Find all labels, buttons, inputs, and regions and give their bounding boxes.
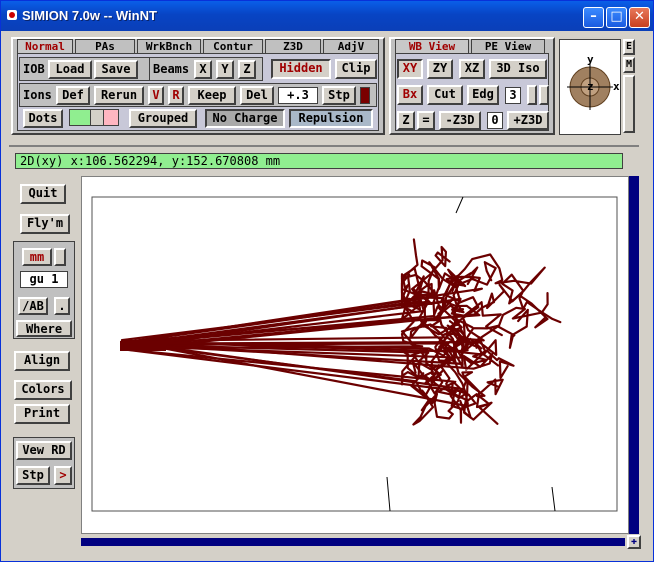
- gu-field[interactable]: gu 1: [20, 271, 68, 288]
- tab-adjv[interactable]: AdjV: [323, 39, 379, 53]
- workbench-canvas[interactable]: [81, 176, 629, 534]
- horizontal-scrollbar[interactable]: [81, 538, 625, 546]
- equals-button[interactable]: =: [417, 111, 435, 130]
- ion-source-bundle: [120, 341, 166, 351]
- beam-z-button[interactable]: Z: [238, 60, 256, 79]
- print-button[interactable]: Print: [14, 404, 70, 424]
- close-icon: ✕: [634, 9, 645, 24]
- edg-value-field[interactable]: 3: [505, 87, 521, 104]
- beam-y-button[interactable]: Y: [216, 60, 234, 79]
- vertical-scrollbar[interactable]: [629, 176, 639, 534]
- view-zy-button[interactable]: ZY: [427, 59, 453, 79]
- view-xz-button[interactable]: XZ: [459, 59, 485, 79]
- m-button[interactable]: M: [623, 57, 635, 73]
- del-button[interactable]: Del: [240, 86, 274, 105]
- trajectory-plot: [91, 196, 618, 512]
- control-panel: Normal PAs WrkBnch Contur Z3D AdjV IOB L…: [11, 37, 385, 135]
- beams-group: Beams X Y Z: [149, 57, 263, 81]
- simion-window: SIMION 7.0w -- WinNT – □ ✕ Normal PAs Wr…: [0, 0, 654, 562]
- hidden-button[interactable]: Hidden: [271, 59, 331, 79]
- where-button[interactable]: Where: [16, 320, 72, 337]
- dot-button[interactable]: .: [54, 297, 70, 315]
- cut-button[interactable]: Cut: [427, 85, 463, 105]
- keep-button[interactable]: Keep: [188, 86, 236, 105]
- dots-slider-thumb[interactable]: [90, 110, 104, 125]
- bx-button[interactable]: Bx: [397, 85, 423, 105]
- dots-slider-fill: [70, 110, 90, 125]
- close-button[interactable]: ✕: [629, 7, 650, 28]
- dots-slider[interactable]: [69, 109, 119, 126]
- beams-label: Beams: [153, 62, 190, 76]
- e-button[interactable]: E: [623, 39, 635, 55]
- step-value-field[interactable]: +.3: [278, 87, 318, 104]
- orientation-widget[interactable]: y z x: [559, 39, 621, 135]
- flym-button[interactable]: Fly'm: [20, 214, 70, 234]
- arrow-button[interactable]: >: [54, 466, 72, 485]
- repulsion-button[interactable]: Repulsion: [289, 109, 373, 128]
- dots-button[interactable]: Dots: [23, 109, 63, 128]
- move-icon: ✚: [630, 536, 638, 547]
- align-button[interactable]: Align: [14, 351, 70, 371]
- edg-spinner[interactable]: [527, 85, 537, 105]
- tab-wb-view[interactable]: WB View: [395, 39, 469, 53]
- z-button[interactable]: Z: [397, 111, 415, 130]
- title-bar[interactable]: SIMION 7.0w -- WinNT – □ ✕: [1, 1, 653, 31]
- iob-group: IOB Load Save: [19, 57, 151, 81]
- ab-button[interactable]: /AB: [18, 297, 48, 315]
- load-button[interactable]: Load: [48, 60, 92, 79]
- iob-label: IOB: [23, 62, 45, 76]
- save-button[interactable]: Save: [94, 60, 138, 79]
- tab-pas[interactable]: PAs: [75, 39, 135, 53]
- view-3d-iso-button[interactable]: 3D Iso: [489, 59, 547, 79]
- rerun-button[interactable]: Rerun: [94, 86, 144, 105]
- pan-button[interactable]: ✚: [627, 535, 641, 549]
- beam-x-button[interactable]: X: [194, 60, 212, 79]
- units-group: mm gu 1 /AB . Where: [13, 241, 75, 339]
- app-icon[interactable]: [7, 10, 17, 20]
- status-bar: 2D(xy) x:106.562294, y:152.670808 mm: [15, 153, 623, 169]
- plus-z3d-button[interactable]: +Z3D: [507, 111, 549, 130]
- view-rd-button[interactable]: Vew RD: [16, 441, 72, 460]
- record-stp-button[interactable]: Stp: [16, 466, 50, 485]
- compass-x-label: x: [613, 80, 620, 93]
- v-toggle[interactable]: V: [148, 86, 164, 105]
- tab-contur[interactable]: Contur: [203, 39, 263, 53]
- tab-normal[interactable]: Normal: [17, 39, 73, 53]
- divider: [9, 145, 639, 147]
- no-charge-button[interactable]: No Charge: [205, 109, 285, 128]
- colors-button[interactable]: Colors: [14, 380, 72, 400]
- mm-button[interactable]: mm: [22, 248, 52, 266]
- compass-y-label: y: [587, 53, 594, 66]
- stp-button[interactable]: Stp: [322, 86, 356, 105]
- minimize-button[interactable]: –: [583, 7, 604, 28]
- units-toggle[interactable]: [54, 248, 66, 266]
- record-group: Vew RD Stp >: [13, 437, 75, 489]
- compass-z-label: z: [587, 80, 594, 93]
- grouped-button[interactable]: Grouped: [129, 109, 197, 128]
- z3d-value-field[interactable]: 0: [487, 112, 503, 129]
- clip-button[interactable]: Clip: [335, 59, 377, 79]
- tab-pe-view[interactable]: PE View: [471, 39, 545, 53]
- minus-z3d-button[interactable]: -Z3D: [439, 111, 481, 130]
- edg-button[interactable]: Edg: [467, 85, 499, 105]
- ions-label: Ions: [23, 88, 52, 102]
- minimize-icon: –: [590, 9, 597, 24]
- view-panel: WB View PE View XY ZY XZ 3D Iso Bx Cut E…: [389, 37, 555, 135]
- side-slider[interactable]: [623, 75, 635, 133]
- ions-group: Ions Def Rerun V R Keep Del +.3 Stp: [19, 83, 377, 107]
- edg-spinner-2[interactable]: [539, 85, 549, 105]
- quit-button[interactable]: Quit: [20, 184, 66, 204]
- r-toggle[interactable]: R: [168, 86, 184, 105]
- tab-wrkbnch[interactable]: WrkBnch: [137, 39, 201, 53]
- maximize-button[interactable]: □: [606, 7, 627, 28]
- tab-z3d[interactable]: Z3D: [265, 39, 321, 53]
- maximize-icon: □: [610, 9, 623, 24]
- stop-indicator[interactable]: [360, 87, 370, 104]
- window-title: SIMION 7.0w -- WinNT: [22, 8, 157, 23]
- view-xy-button[interactable]: XY: [397, 59, 423, 79]
- def-button[interactable]: Def: [56, 86, 90, 105]
